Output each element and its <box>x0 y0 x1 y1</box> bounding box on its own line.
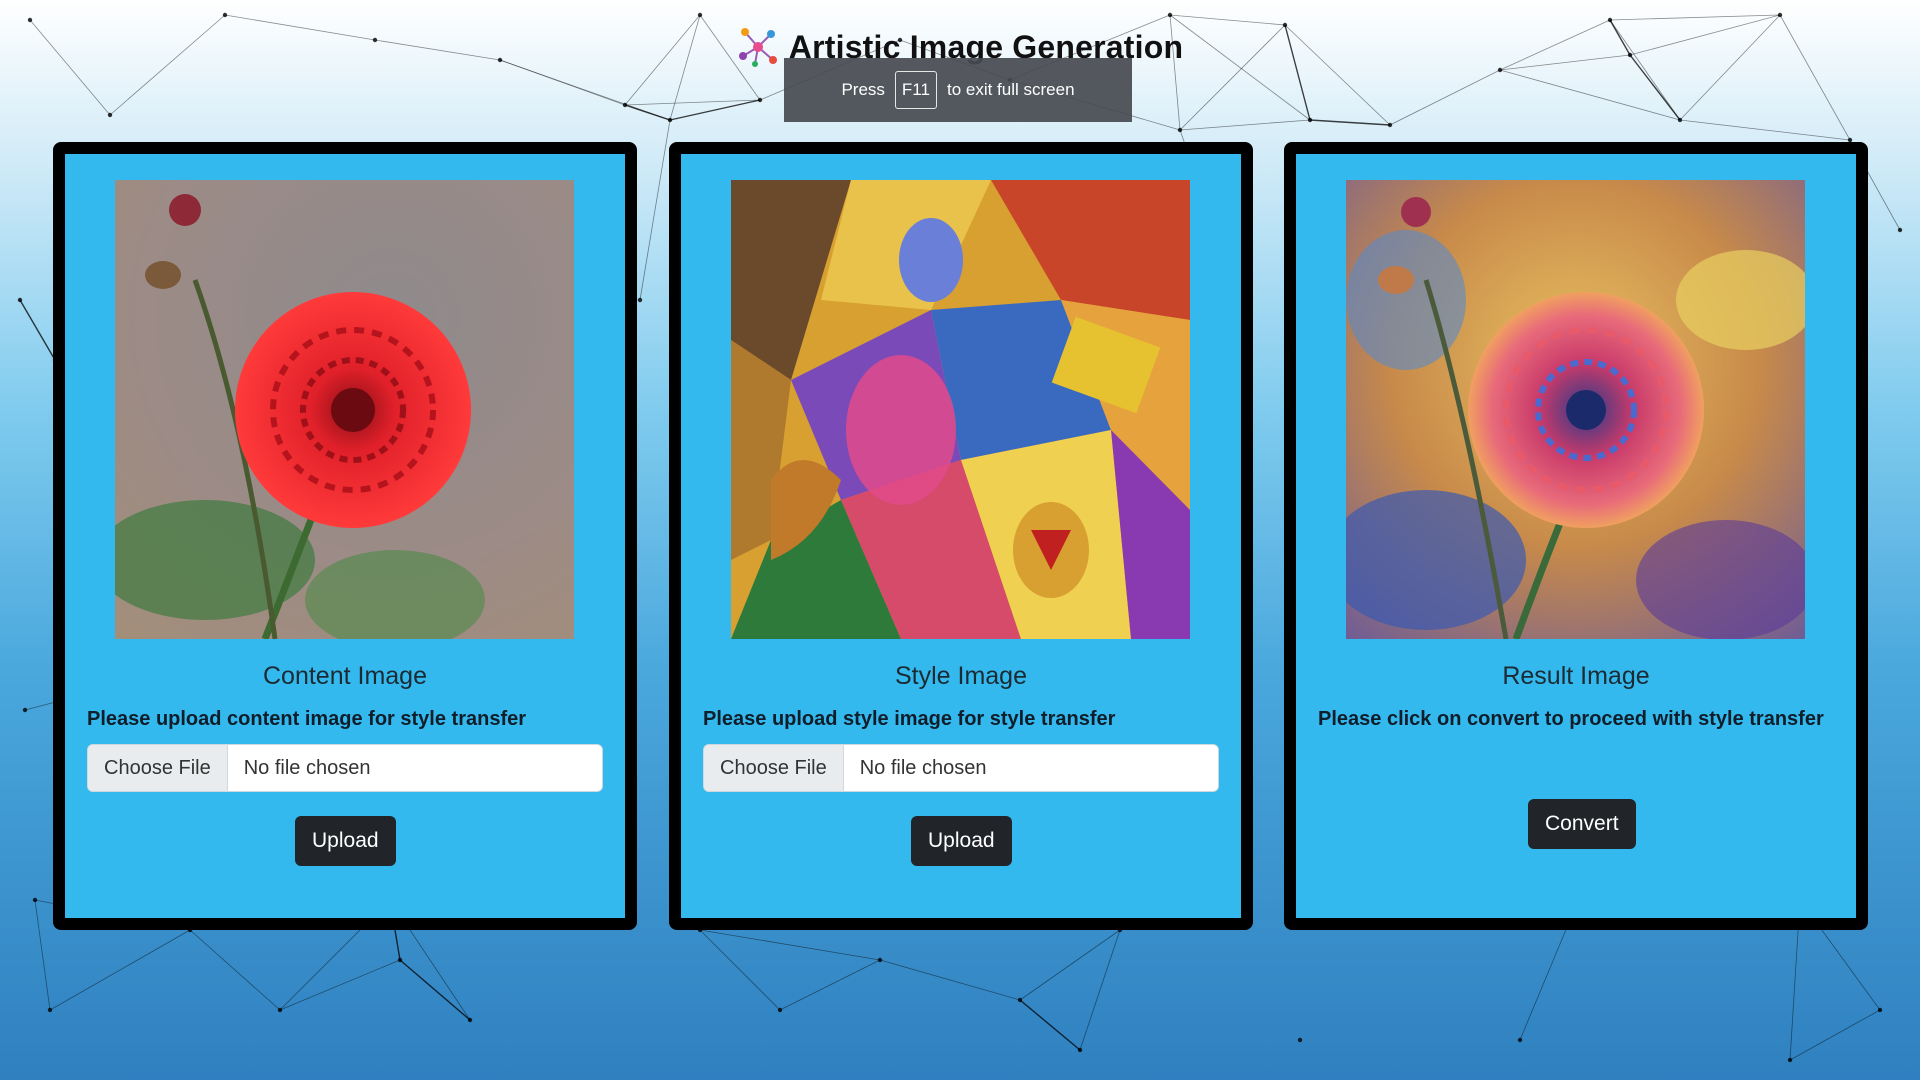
fullscreen-key-badge: F11 <box>894 71 937 109</box>
result-image-description: Please click on convert to proceed with … <box>1318 708 1824 730</box>
content-file-status: No file chosen <box>243 756 371 779</box>
style-upload-button[interactable]: Upload <box>911 816 1012 866</box>
content-image-preview <box>115 180 574 639</box>
content-upload-button[interactable]: Upload <box>295 816 396 866</box>
content-image-card: Content Image Please upload content imag… <box>53 142 637 930</box>
result-image-card: Result Image Please click on convert to … <box>1284 142 1868 930</box>
style-image-title: Style Image <box>894 662 1027 690</box>
fullscreen-notice: Press F11 to exit full screen <box>784 58 1132 122</box>
content-choose-file-button[interactable]: Choose File <box>88 745 228 791</box>
fullscreen-notice-suffix: to exit full screen <box>946 80 1075 99</box>
content-image-description: Please upload content image for style tr… <box>87 708 527 730</box>
content-file-input[interactable]: Choose File No file chosen <box>87 744 603 792</box>
convert-button[interactable]: Convert <box>1528 799 1636 849</box>
style-image-card: Style Image Please upload style image fo… <box>669 142 1253 930</box>
style-file-status: No file chosen <box>859 756 987 779</box>
fullscreen-notice-prefix: Press <box>841 80 885 99</box>
style-file-input[interactable]: Choose File No file chosen <box>703 744 1219 792</box>
result-image-preview <box>1346 180 1805 639</box>
style-image-description: Please upload style image for style tran… <box>703 708 1116 730</box>
style-image-preview <box>731 180 1190 639</box>
network-logo-icon <box>738 28 777 67</box>
content-image-title: Content Image <box>263 662 427 690</box>
result-image-title: Result Image <box>1502 662 1650 690</box>
style-choose-file-button[interactable]: Choose File <box>704 745 844 791</box>
